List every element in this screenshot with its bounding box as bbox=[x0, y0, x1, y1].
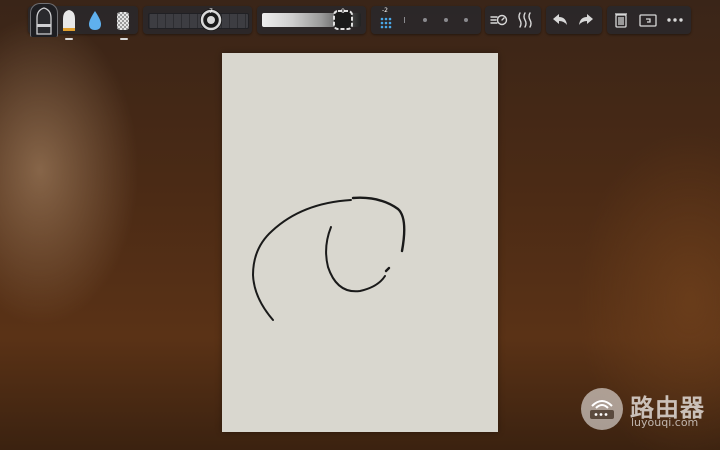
water-drop-icon bbox=[89, 11, 101, 30]
trash-button[interactable] bbox=[611, 10, 631, 30]
dot-grid-value: -2 bbox=[382, 7, 388, 14]
redo-arrow-icon bbox=[579, 14, 593, 25]
more-dots-icon bbox=[667, 18, 683, 22]
brush-size-knob[interactable]: 7 bbox=[200, 8, 222, 31]
top-toolbar: 7 9 -2 bbox=[0, 0, 720, 44]
undo-arrow-icon bbox=[553, 14, 567, 25]
speed-settings-button[interactable] bbox=[489, 10, 509, 30]
opacity-value: 9 bbox=[341, 8, 345, 15]
marker-tool-button[interactable] bbox=[30, 3, 58, 37]
canvas-frame-icon bbox=[639, 14, 657, 27]
speed-lines-icon bbox=[490, 14, 508, 26]
spacing-dot-2[interactable] bbox=[444, 18, 448, 22]
texture-tool-button[interactable] bbox=[114, 6, 132, 34]
trash-icon bbox=[615, 13, 627, 28]
watermark-url: luyouqi.com bbox=[631, 416, 699, 429]
texture-icon bbox=[117, 12, 129, 30]
water-drop-tool-button[interactable] bbox=[86, 6, 104, 34]
marker-icon bbox=[36, 7, 52, 35]
spacing-dot-1[interactable] bbox=[423, 18, 427, 22]
drawing-canvas[interactable] bbox=[222, 53, 498, 432]
eraser-icon bbox=[63, 10, 75, 31]
more-options-button[interactable] bbox=[665, 10, 685, 30]
dot-grid-button[interactable]: -2 bbox=[375, 7, 397, 30]
effects-group bbox=[485, 6, 541, 34]
spacing-dot-3[interactable] bbox=[464, 18, 468, 22]
ink-stroke-left-arc bbox=[251, 199, 352, 321]
router-logo-circle bbox=[581, 388, 623, 430]
undo-button[interactable] bbox=[550, 10, 570, 30]
spacing-tick-small[interactable] bbox=[404, 17, 405, 23]
wavy-lines-icon bbox=[518, 12, 532, 28]
dot-grid-group: -2 bbox=[371, 6, 481, 34]
brush-size-track[interactable] bbox=[148, 13, 249, 29]
site-watermark: 路由器 luyouqi.com bbox=[581, 386, 720, 434]
wet-paint-button[interactable] bbox=[515, 10, 535, 30]
ink-stroke-top-arc bbox=[351, 196, 406, 253]
ink-stroke-tick bbox=[384, 266, 391, 273]
selected-indicator-eraser bbox=[65, 38, 73, 40]
selected-indicator-texture bbox=[120, 38, 128, 40]
canvas-size-button[interactable] bbox=[638, 10, 658, 30]
router-logo-icon bbox=[590, 400, 614, 419]
opacity-knob[interactable]: 9 bbox=[332, 8, 354, 31]
ink-stroke-inner-curve bbox=[325, 226, 386, 293]
opacity-slider-group: 9 bbox=[257, 6, 366, 34]
tool-group bbox=[28, 3, 138, 37]
size-slider-group: 7 bbox=[143, 6, 252, 34]
eraser-tool-button[interactable] bbox=[60, 6, 78, 34]
brush-size-value: 7 bbox=[209, 8, 213, 15]
history-group bbox=[546, 6, 602, 34]
ink-strokes bbox=[251, 196, 406, 321]
redo-button[interactable] bbox=[576, 10, 596, 30]
canvas-actions-group bbox=[607, 6, 691, 34]
